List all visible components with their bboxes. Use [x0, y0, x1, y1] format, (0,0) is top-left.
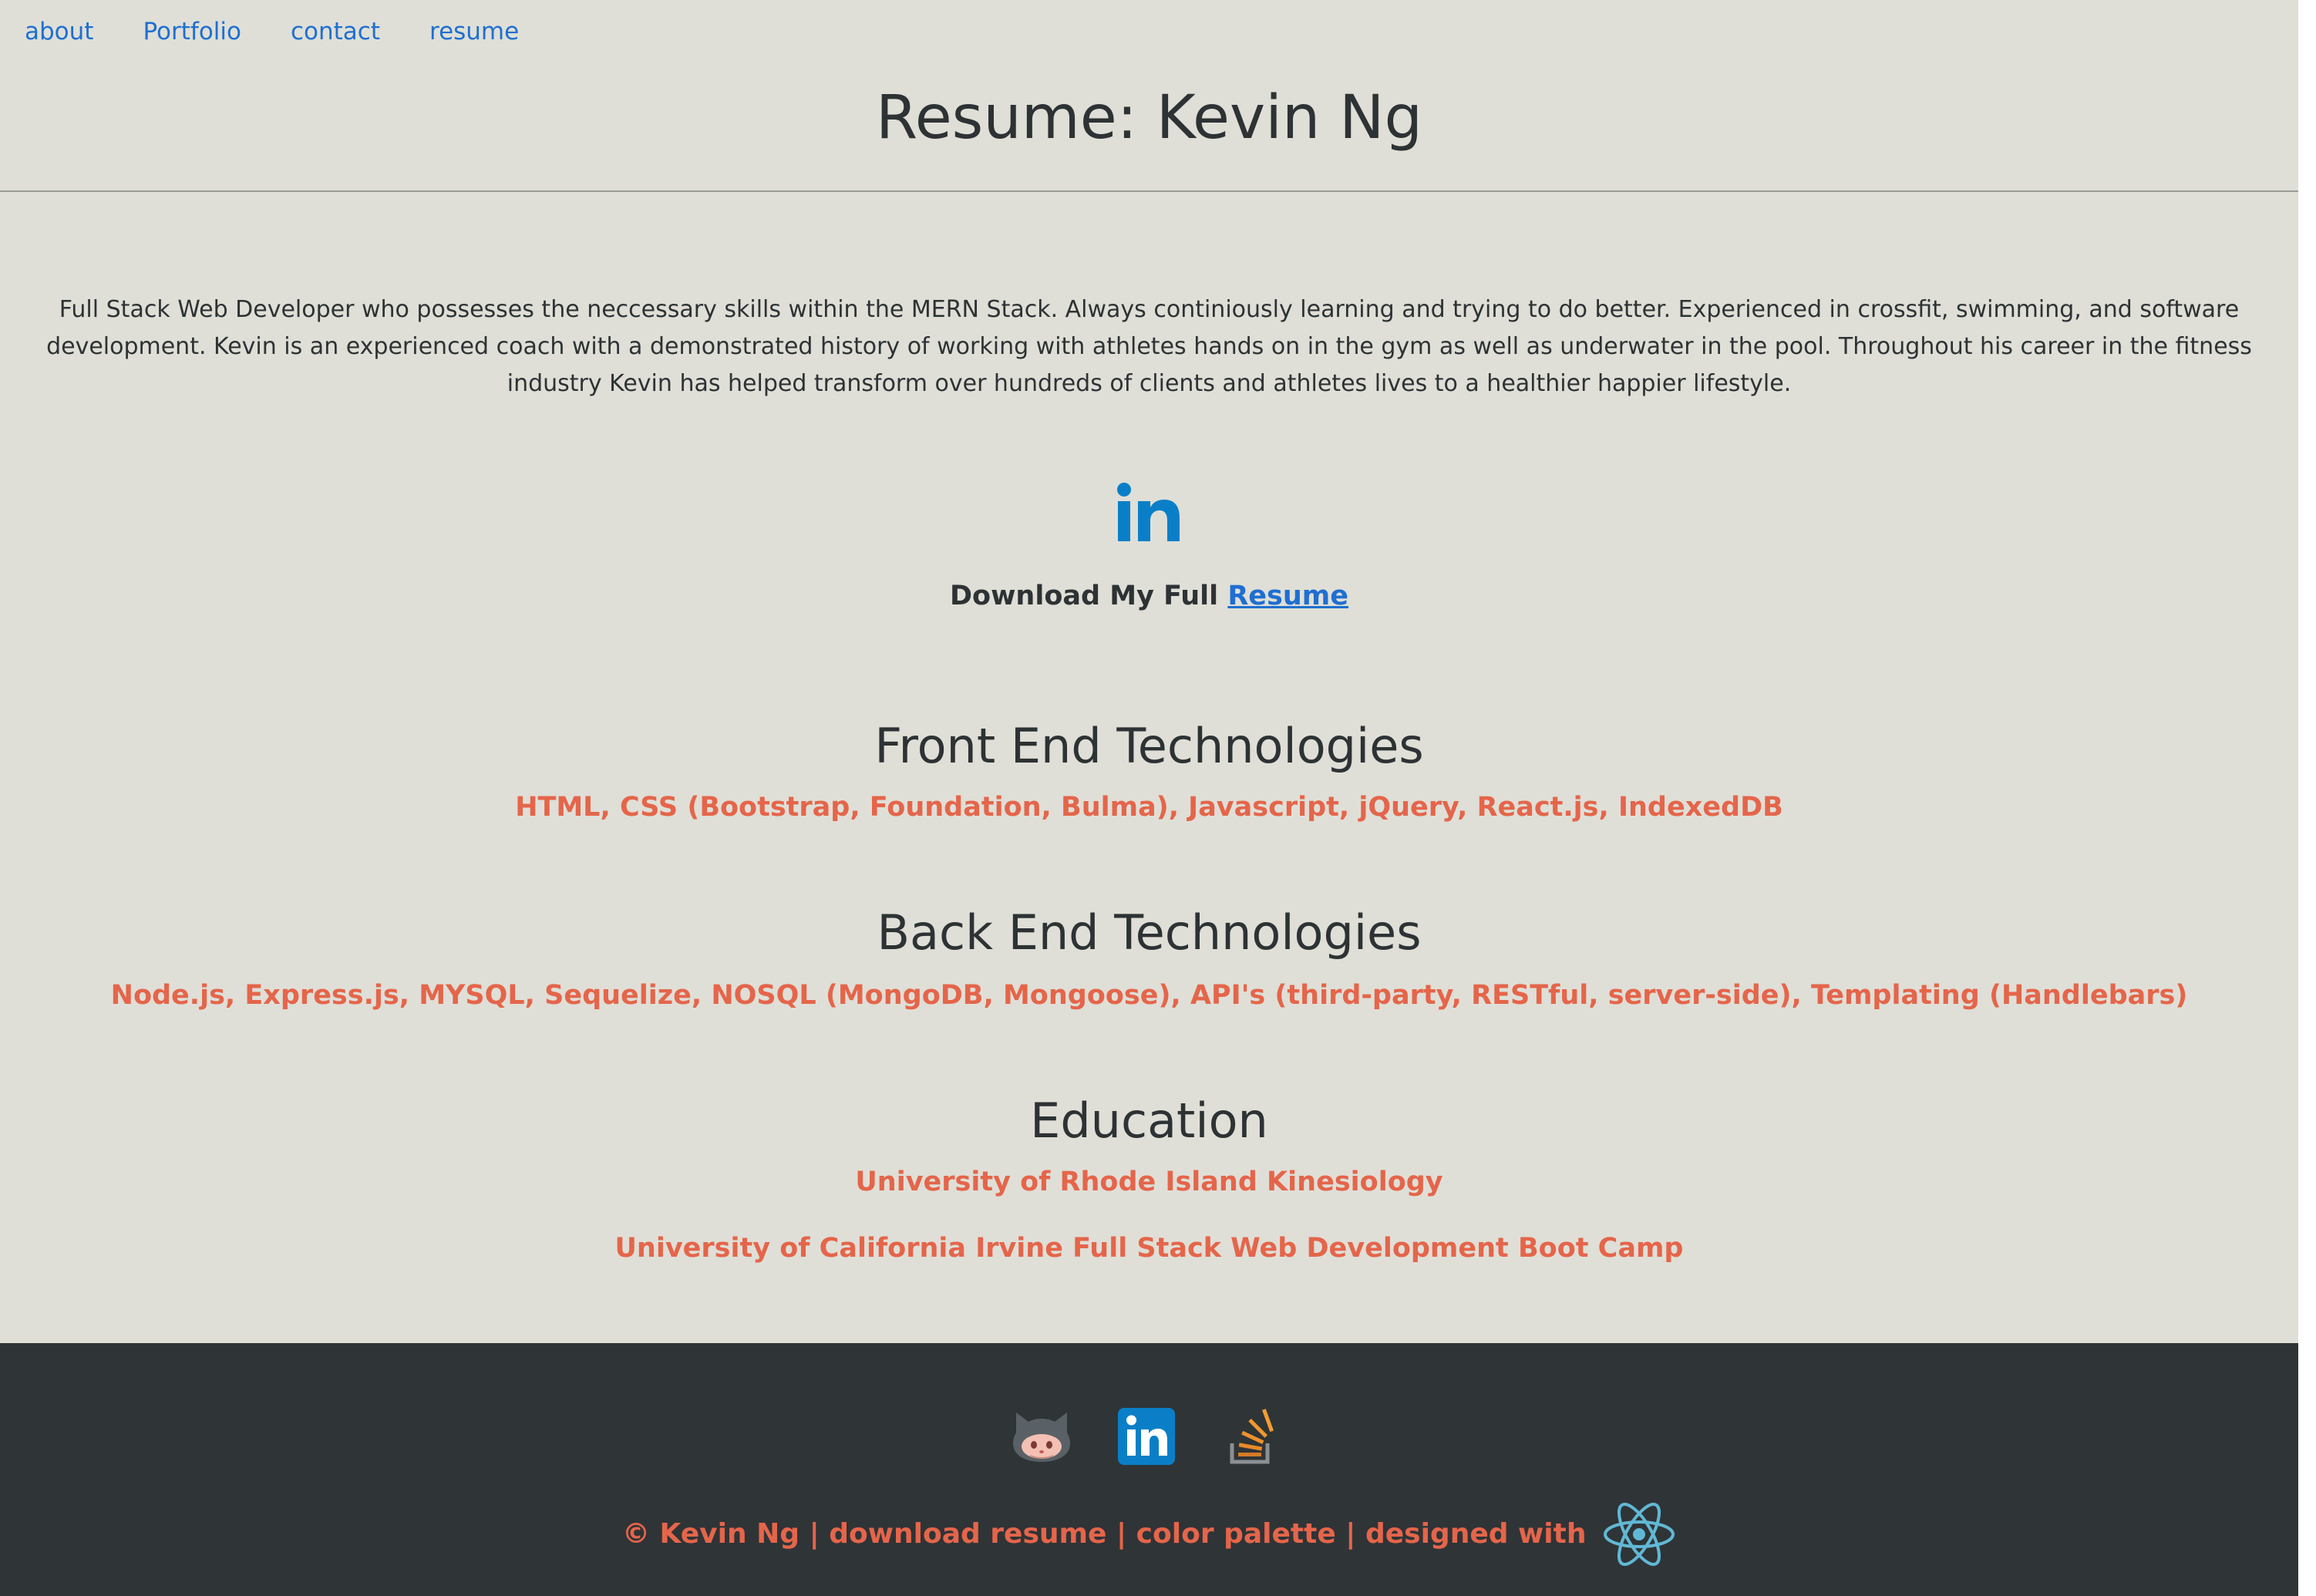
frontend-list: HTML, CSS (Bootstrap, Foundation, Bulma)…: [515, 792, 1783, 823]
nav-item-portfolio[interactable]: Portfolio: [143, 14, 241, 49]
footer-social-icons: [1010, 1405, 1283, 1468]
education-item: University of California Irvine Full Sta…: [614, 1233, 1684, 1264]
download-prefix: Download My Full: [950, 581, 1228, 611]
title-divider: [0, 190, 2298, 192]
download-resume: Download My Full Resume: [0, 577, 2298, 615]
education-item: University of Rhode Island Kinesiology: [855, 1167, 1443, 1197]
page-body: about Portfolio contact resume Resume: K…: [0, 0, 2298, 1343]
nav-item-about[interactable]: about: [25, 14, 93, 49]
linkedin-icon[interactable]: [1115, 1405, 1178, 1468]
nav-item-contact[interactable]: contact: [291, 14, 380, 49]
frontend-heading: Front End Technologies: [874, 718, 1424, 774]
linkedin-icon[interactable]: [1116, 483, 1181, 543]
bio-paragraph: Full Stack Web Developer who possesses t…: [46, 296, 2252, 397]
footer-credit-text: © Kevin Ng | download resume | color pal…: [621, 1518, 1587, 1550]
page-title: Resume: Kevin Ng: [876, 83, 1422, 153]
stackoverflow-icon[interactable]: [1220, 1405, 1283, 1468]
scrollbar-gutter: [2298, 0, 2316, 1596]
education-heading: Education: [1030, 1093, 1268, 1149]
nav-item-resume[interactable]: resume: [429, 14, 519, 49]
github-icon[interactable]: [1010, 1405, 1073, 1468]
react-icon: [1604, 1503, 1675, 1566]
top-nav: about Portfolio contact resume: [25, 14, 519, 49]
backend-heading: Back End Technologies: [877, 904, 1422, 961]
footer-credits: © Kevin Ng | download resume | color pal…: [0, 1502, 2298, 1567]
resume-download-link[interactable]: Resume: [1227, 581, 1348, 611]
backend-list: Node.js, Express.js, MYSQL, Sequelize, N…: [110, 980, 2188, 1011]
